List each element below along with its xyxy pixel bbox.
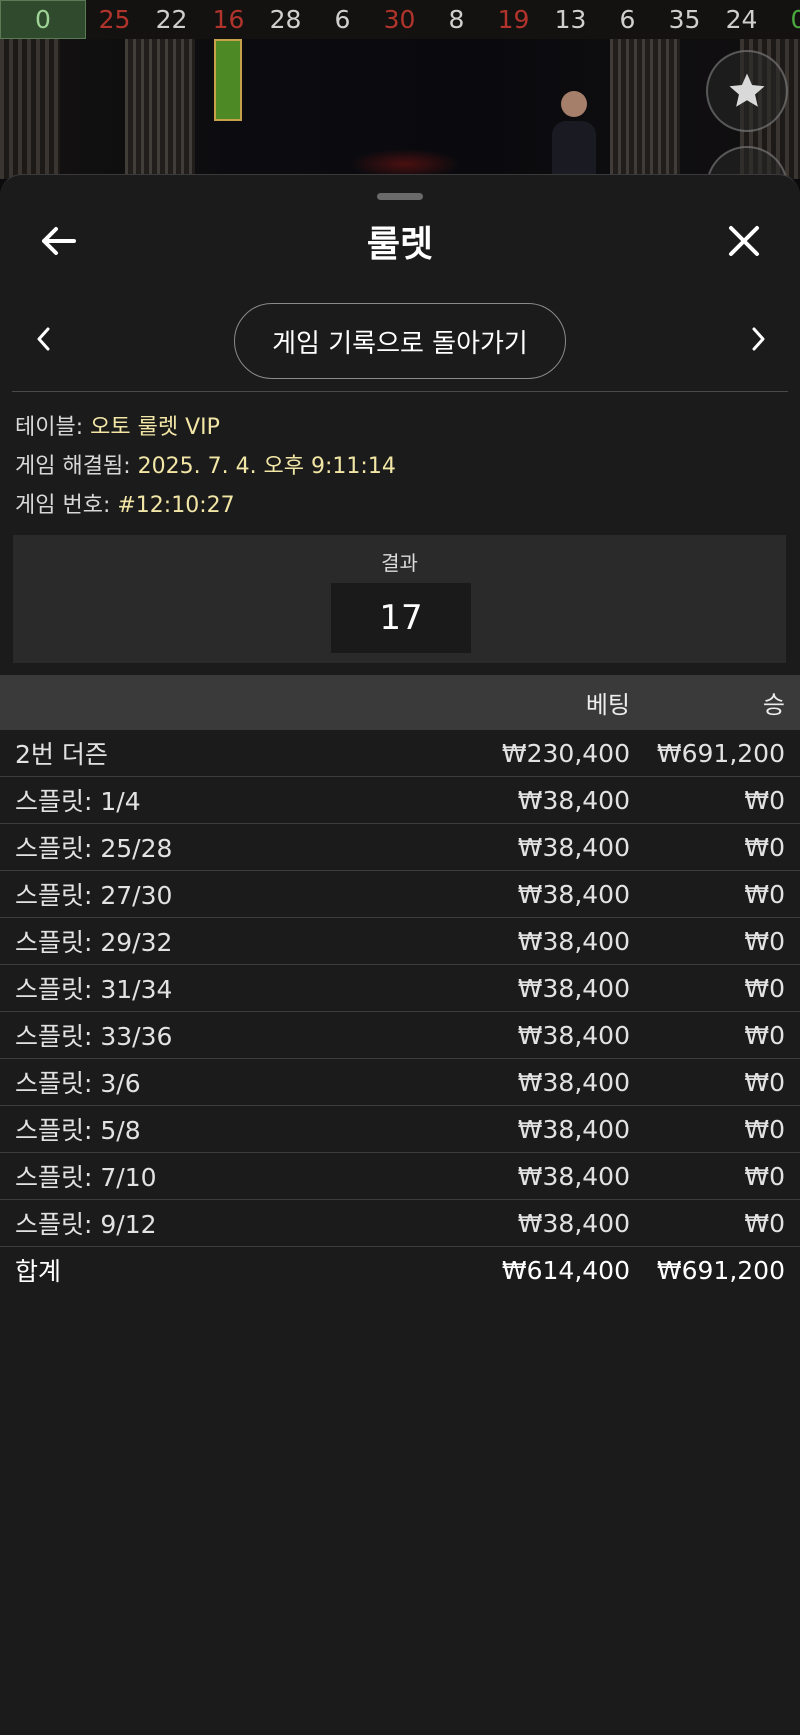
total-win: ₩691,200 — [656, 1255, 785, 1285]
bet-name: 스플릿: 7/10 — [15, 1163, 157, 1192]
bets-table-header: 베팅 승 — [0, 675, 800, 730]
recent-results-strip: 0 25 22 16 28 6 30 8 19 13 6 35 24 0 — [0, 0, 800, 40]
result-label: 결과 — [381, 551, 418, 575]
recent-result: 16 — [212, 5, 245, 34]
resolved-info: 게임 해결됨: 2025. 7. 4. 오후 9:11:14 — [15, 448, 396, 480]
studio-pillar — [125, 39, 195, 179]
bet-amount: ₩38,400 — [517, 785, 630, 815]
bet-name: 2번 더즌 — [15, 740, 108, 769]
bet-amount: ₩38,400 — [517, 832, 630, 862]
win-amount: ₩0 — [744, 1020, 785, 1050]
game-number-value: #12:10:27 — [117, 493, 235, 518]
bet-amount: ₩38,400 — [517, 1208, 630, 1238]
bet-name: 스플릿: 33/36 — [15, 1022, 173, 1051]
recent-result: 35 — [668, 5, 701, 34]
bet-name: 스플릿: 5/8 — [15, 1116, 141, 1145]
bet-amount: ₩38,400 — [517, 1114, 630, 1144]
star-icon — [729, 73, 765, 107]
dealer — [552, 91, 596, 179]
total-bet: ₩614,400 — [501, 1255, 630, 1285]
favorite-button[interactable] — [706, 50, 788, 132]
result-panel: 결과 17 — [13, 535, 786, 663]
previous-game-button[interactable] — [28, 321, 58, 357]
bet-amount: ₩38,400 — [517, 1161, 630, 1191]
bet-name: 스플릿: 29/32 — [15, 928, 173, 957]
table-row: 스플릿: 5/8 ₩38,400 ₩0 — [0, 1106, 800, 1153]
recent-result: 6 — [334, 5, 351, 34]
studio-pillar — [0, 39, 60, 179]
recent-result: 19 — [497, 5, 530, 34]
win-amount: ₩0 — [744, 832, 785, 862]
table-row: 스플릿: 3/6 ₩38,400 ₩0 — [0, 1059, 800, 1106]
bet-amount: ₩38,400 — [517, 973, 630, 1003]
resolved-value: 2025. 7. 4. 오후 9:11:14 — [137, 454, 396, 479]
chevron-right-icon — [752, 327, 765, 351]
recent-result: 24 — [725, 5, 758, 34]
recent-result: 6 — [619, 5, 636, 34]
column-header-bet: 베팅 — [585, 691, 630, 719]
total-label: 합계 — [15, 1257, 62, 1286]
game-number-label: 게임 번호: — [15, 493, 111, 518]
next-game-button[interactable] — [744, 321, 774, 357]
bet-amount: ₩38,400 — [517, 879, 630, 909]
chevron-left-icon — [37, 327, 50, 351]
recent-result: 0 — [790, 5, 800, 34]
divider — [12, 391, 788, 392]
bet-amount: ₩230,400 — [501, 738, 630, 768]
resolved-label: 게임 해결됨: — [15, 454, 131, 479]
game-number-info: 게임 번호: #12:10:27 — [15, 487, 235, 519]
table-row: 스플릿: 29/32 ₩38,400 ₩0 — [0, 918, 800, 965]
bet-amount: ₩38,400 — [517, 1067, 630, 1097]
table-row: 스플릿: 7/10 ₩38,400 ₩0 — [0, 1153, 800, 1200]
recent-result: 28 — [269, 5, 302, 34]
bet-name: 스플릿: 27/30 — [15, 881, 173, 910]
table-row: 스플릿: 9/12 ₩38,400 ₩0 — [0, 1200, 800, 1247]
bet-amount: ₩38,400 — [517, 1020, 630, 1050]
sheet-grabber[interactable] — [377, 193, 423, 200]
bet-name: 스플릿: 9/12 — [15, 1210, 157, 1239]
recent-result: 25 — [98, 5, 131, 34]
result-number: 17 — [331, 583, 471, 653]
table-row: 스플릿: 25/28 ₩38,400 ₩0 — [0, 824, 800, 871]
table-row: 스플릿: 33/36 ₩38,400 ₩0 — [0, 1012, 800, 1059]
bet-name: 스플릿: 31/34 — [15, 975, 173, 1004]
win-amount: ₩0 — [744, 1161, 785, 1191]
table-row: 2번 더즌 ₩230,400 ₩691,200 — [0, 730, 800, 777]
win-amount: ₩0 — [744, 1114, 785, 1144]
win-amount: ₩0 — [744, 879, 785, 909]
table-value: 오토 룰렛 VIP — [90, 415, 220, 440]
column-header-win: 승 — [762, 691, 785, 719]
close-icon — [729, 226, 759, 256]
live-video — [0, 39, 800, 179]
recent-result: 0 — [0, 0, 86, 39]
total-row: 합계 ₩614,400 ₩691,200 — [0, 1247, 800, 1293]
bet-name: 스플릿: 3/6 — [15, 1069, 141, 1098]
recent-result: 30 — [383, 5, 416, 34]
game-history-sheet: 룰렛 게임 기록으로 돌아가기 테이블: 오토 룰렛 VIP 게임 해결됨: 2… — [0, 174, 800, 1735]
table-row: 스플릿: 27/30 ₩38,400 ₩0 — [0, 871, 800, 918]
table-info: 테이블: 오토 룰렛 VIP — [15, 409, 220, 441]
recent-result: 8 — [448, 5, 465, 34]
close-button[interactable] — [722, 219, 766, 263]
bet-name: 스플릿: 1/4 — [15, 787, 141, 816]
studio-pillar — [610, 39, 680, 179]
win-amount: ₩0 — [744, 785, 785, 815]
recent-result: 13 — [554, 5, 587, 34]
win-amount: ₩0 — [744, 973, 785, 1003]
table-row: 스플릿: 31/34 ₩38,400 ₩0 — [0, 965, 800, 1012]
back-to-history-button[interactable]: 게임 기록으로 돌아가기 — [234, 303, 566, 379]
win-amount: ₩0 — [744, 926, 785, 956]
table-row: 스플릿: 1/4 ₩38,400 ₩0 — [0, 777, 800, 824]
recent-result: 22 — [155, 5, 188, 34]
win-amount: ₩691,200 — [656, 738, 785, 768]
bet-name: 스플릿: 25/28 — [15, 834, 173, 863]
studio-banner — [214, 39, 242, 121]
table-label: 테이블: — [15, 415, 84, 440]
win-amount: ₩0 — [744, 1208, 785, 1238]
bet-amount: ₩38,400 — [517, 926, 630, 956]
win-amount: ₩0 — [744, 1067, 785, 1097]
page-title: 룰렛 — [366, 224, 434, 265]
